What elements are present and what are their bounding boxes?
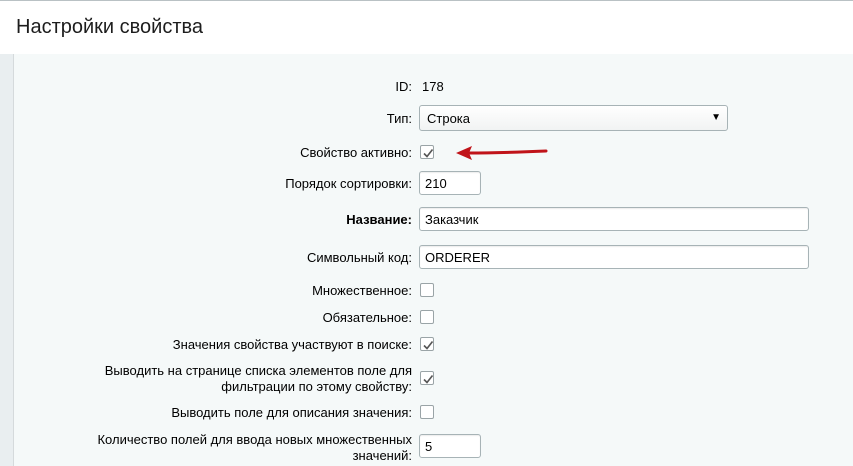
id-value: 178: [422, 79, 444, 94]
multiple-checkbox[interactable]: [420, 283, 434, 297]
type-label: Тип:: [386, 111, 412, 126]
code-input[interactable]: ORDERER: [419, 245, 809, 269]
check-icon: [423, 341, 434, 350]
multiple-label: Множественное:: [312, 283, 412, 298]
chevron-down-icon: ▼: [711, 112, 721, 123]
filterable-label: Выводить на странице списка элементов по…: [104, 363, 412, 394]
required-checkbox[interactable]: [420, 310, 434, 324]
annotation-arrow-icon: [456, 146, 548, 160]
check-icon: [423, 375, 434, 384]
check-icon: [423, 149, 434, 158]
searchable-checkbox[interactable]: [420, 337, 434, 351]
name-label: Название:: [346, 212, 412, 227]
description-checkbox[interactable]: [420, 405, 434, 419]
page-header: Настройки свойства: [0, 0, 853, 54]
required-label: Обязательное:: [322, 310, 412, 325]
multiple-count-label: Количество полей для ввода новых множест…: [97, 432, 412, 463]
code-label: Символьный код:: [306, 250, 412, 265]
page-title: Настройки свойства: [16, 16, 204, 38]
type-select[interactable]: Строка ▼: [419, 105, 728, 131]
description-label: Выводить поле для описания значения:: [171, 405, 412, 420]
settings-form: ID: 178 Тип: Строка ▼ Свойство активно: …: [13, 54, 853, 466]
name-input[interactable]: Заказчик: [419, 207, 809, 231]
id-label: ID:: [395, 79, 412, 94]
active-label: Свойство активно:: [300, 145, 412, 160]
sort-input[interactable]: 210: [419, 171, 481, 195]
active-checkbox[interactable]: [420, 145, 434, 159]
type-select-value: Строка: [427, 111, 471, 126]
multiple-count-input[interactable]: 5: [419, 434, 481, 458]
searchable-label: Значения свойства участвуют в поиске:: [172, 337, 412, 352]
filterable-checkbox[interactable]: [420, 371, 434, 385]
sort-label: Порядок сортировки:: [285, 176, 412, 191]
